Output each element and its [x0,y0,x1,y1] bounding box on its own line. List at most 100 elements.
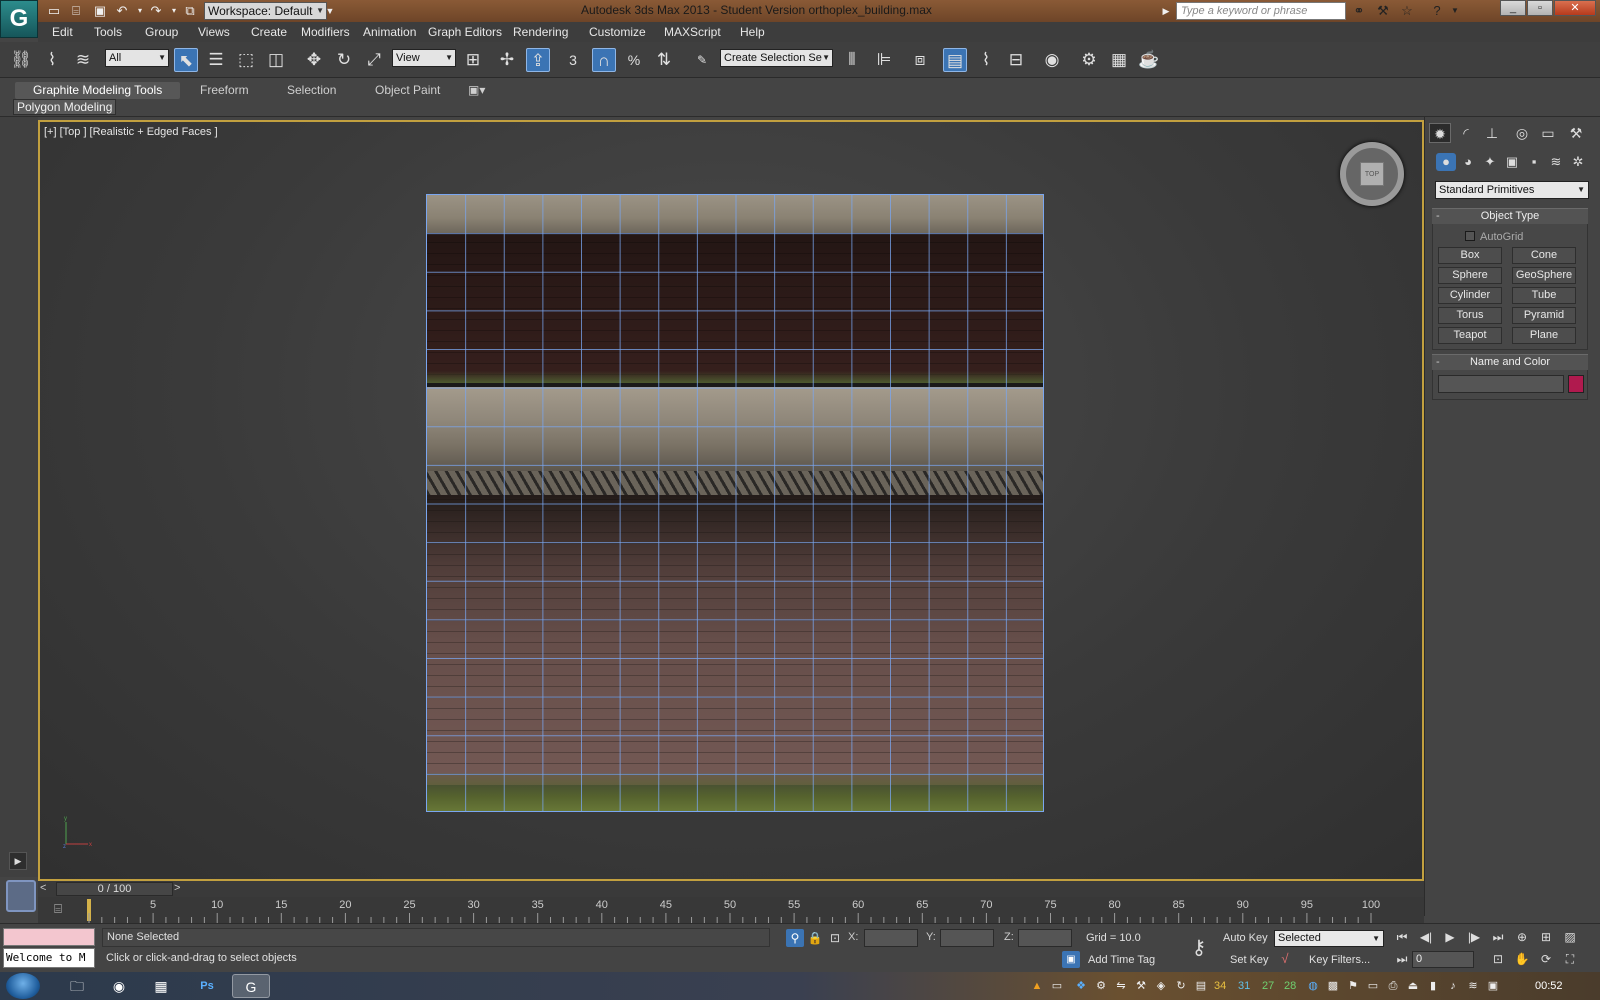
maxscript-listener-input[interactable]: Welcome to M [3,948,95,968]
binoculars-icon[interactable]: ⚭ [1350,3,1368,19]
motion-tab-icon[interactable]: ◎ [1511,123,1533,143]
add-time-tag[interactable]: Add Time Tag [1088,954,1155,966]
select-and-manipulate-icon[interactable]: ✢ [495,48,519,72]
schematic-view-icon[interactable]: ⊟ [1004,48,1028,72]
select-and-rotate-icon[interactable]: ↻ [332,48,356,72]
pyramid-button[interactable]: Pyramid [1512,307,1576,324]
tray-tool-icon[interactable]: ⚒ [1134,979,1148,993]
default-tangents-icon[interactable]: √ [1276,951,1294,968]
snaps-toggle-icon[interactable]: 3 [561,48,585,72]
pan-view-icon[interactable]: ✋ [1512,951,1532,968]
minimize-button[interactable]: _ [1500,0,1526,16]
rendered-frame-window-icon[interactable]: ▦ [1107,48,1131,72]
menu-animation[interactable]: Animation [363,25,416,39]
geometry-icon[interactable]: ● [1436,153,1456,171]
time-slider-prev[interactable]: < [40,882,46,894]
object-category-dropdown[interactable]: Standard Primitives ▼ [1435,181,1589,199]
polygon-modeling-panel[interactable]: Polygon Modeling [13,99,117,115]
reference-coordinate-dropdown[interactable]: View ▼ [392,49,456,67]
angle-snap-toggle-icon[interactable]: ∩ [592,48,616,72]
viewcube[interactable]: TOP [1340,142,1404,206]
viewport-top[interactable]: [+] [Top ] [Realistic + Edged Faces ] TO… [38,120,1424,881]
workspace-dropdown[interactable]: Workspace: Default ▼ [204,2,327,20]
tray-battery-icon[interactable]: ▮ [1426,979,1440,993]
tray-volume-icon[interactable]: ♪ [1446,979,1460,993]
play-icon[interactable]: ▶ [1440,929,1460,946]
maxscript-listener-output[interactable] [3,928,95,946]
menu-views[interactable]: Views [198,25,230,39]
rectangular-selection-icon[interactable]: ⬚ [234,48,258,72]
start-button[interactable] [6,973,40,999]
create-tab-icon[interactable]: ✹ [1429,123,1451,143]
tray-app-icon[interactable]: ▩ [1326,979,1340,993]
x-coordinate-input[interactable] [864,929,918,947]
sphere-button[interactable]: Sphere [1438,267,1502,284]
tray-steam-icon[interactable]: ⚙ [1094,979,1108,993]
align-icon[interactable]: ⊫ [872,48,896,72]
tube-button[interactable]: Tube [1512,287,1576,304]
help-icon[interactable]: ? [1428,3,1446,19]
window-crossing-icon[interactable]: ◫ [264,48,288,72]
undo-dropdown-icon[interactable]: ▾ [132,3,148,19]
time-tag-icon[interactable]: ▣ [1062,951,1080,968]
search-input[interactable]: Type a keyword or phrase [1176,2,1346,20]
autogrid-checkbox[interactable]: AutoGrid [1465,231,1523,243]
expand-track-icon[interactable]: ▶ [9,852,27,870]
named-selection-sets-dropdown[interactable]: Create Selection Se ▼ [720,49,833,67]
percent-snap-toggle-icon[interactable]: % [622,48,646,72]
menu-create[interactable]: Create [251,25,287,39]
manage-layers-icon[interactable]: ⧈ [908,48,932,72]
menu-tools[interactable]: Tools [94,25,122,39]
save-file-icon[interactable]: ▣ [92,3,108,19]
teapot-button[interactable]: Teapot [1438,327,1502,344]
tray-gpu-icon[interactable]: ▤ [1194,979,1208,993]
time-slider-next[interactable]: > [174,882,180,894]
field-of-view-icon[interactable]: ▨ [1560,929,1580,946]
tray-network-icon[interactable]: ⇋ [1114,979,1128,993]
edit-named-selection-icon[interactable]: ✎ [690,48,714,72]
shapes-icon[interactable]: ◕ [1458,153,1478,171]
space-warps-icon[interactable]: ≋ [1546,153,1566,171]
object-type-rollout-header[interactable]: - Object Type [1432,208,1588,224]
tray-audio-icon[interactable]: ◈ [1154,979,1168,993]
chrome-taskbar-icon[interactable]: ◉ [100,974,138,998]
bind-space-warp-icon[interactable]: ≋ [71,48,95,72]
photoshop-taskbar-icon[interactable]: Ps [188,974,226,998]
close-button[interactable]: ✕ [1554,0,1596,16]
viewport-label[interactable]: [+] [Top ] [Realistic + Edged Faces ] [44,126,218,138]
unlink-selection-icon[interactable]: ⌇ [40,48,64,72]
select-and-scale-icon[interactable]: ⤢ [362,48,386,72]
menu-group[interactable]: Group [145,25,178,39]
menu-help[interactable]: Help [740,25,765,39]
helpers-icon[interactable]: ▪ [1524,153,1544,171]
tab-freeform[interactable]: Freeform [182,82,267,99]
mirror-icon[interactable]: ⫴ [840,48,864,72]
key-mode-toggle-icon[interactable]: ⏭ [1392,951,1412,968]
project-folder-icon[interactable]: ⧉ [182,3,198,19]
tray-monitor-icon[interactable]: ▭ [1050,979,1064,993]
name-color-rollout-header[interactable]: - Name and Color [1432,354,1588,370]
go-to-start-icon[interactable]: ⏮ [1392,929,1412,946]
orbit-icon[interactable]: ⟳ [1536,951,1556,968]
favorites-star-icon[interactable]: ☆ [1398,3,1416,19]
redo-icon[interactable]: ↷ [148,3,164,19]
tray-usb-icon[interactable]: ⏏ [1406,979,1420,993]
auto-key-button[interactable]: Auto Key [1223,932,1268,944]
key-mode-dropdown[interactable]: Selected ▼ [1274,930,1384,947]
3dsmax-taskbar-icon[interactable]: G [232,974,270,998]
select-and-link-icon[interactable]: ⛓ [9,48,33,72]
subscription-icon[interactable]: ⚒ [1374,3,1392,19]
display-tab-icon[interactable]: ▭ [1537,123,1559,143]
cone-button[interactable]: Cone [1512,247,1576,264]
set-key-button[interactable]: Set Key [1230,954,1269,966]
help-dropdown-icon[interactable]: ▼ [1446,3,1464,19]
use-pivot-center-icon[interactable]: ⊞ [461,48,485,72]
tab-graphite-modeling-tools[interactable]: Graphite Modeling Tools [15,82,181,99]
customize-qat-icon[interactable]: ▼ [322,3,338,19]
selection-filter-dropdown[interactable]: All ▼ [105,49,169,67]
menu-graph-editors[interactable]: Graph Editors [428,25,502,39]
redo-dropdown-icon[interactable]: ▾ [166,3,182,19]
tray-update-icon[interactable]: ↻ [1174,979,1188,993]
undo-icon[interactable]: ↶ [114,3,130,19]
keyboard-shortcut-override-icon[interactable]: ⇪ [526,48,550,72]
